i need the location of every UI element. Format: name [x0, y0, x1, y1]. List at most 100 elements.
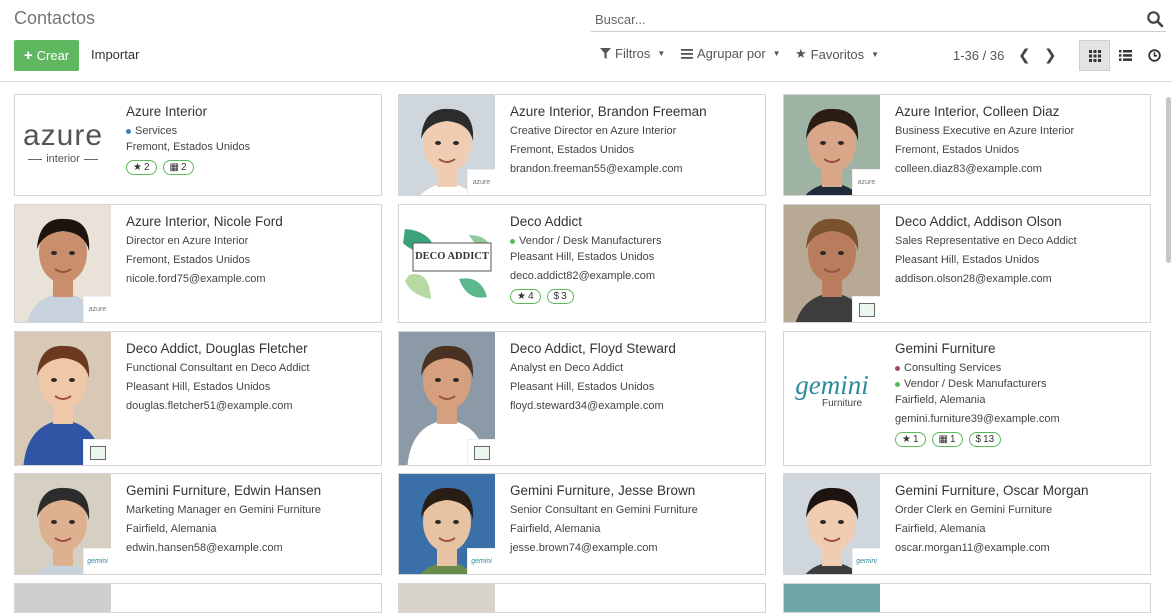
calendar-icon: ▦ [938, 434, 948, 445]
company-mini-logo: gemini [852, 548, 880, 574]
contact-detail: jesse.brown74@example.com [510, 542, 658, 554]
tag-label: Vendor / Desk Manufacturers [519, 235, 662, 247]
favorites-label: Favoritos [810, 46, 865, 62]
company-mini-logo [83, 439, 111, 465]
contact-detail: Fremont, Estados Unidos [126, 141, 251, 153]
contact-info: Gemini Furniture, Oscar Morgan Order Cler… [895, 483, 1144, 561]
contact-detail: Director en Azure Interior [126, 235, 249, 247]
contact-image: azure interior [15, 95, 111, 195]
category-tag: Consulting Services [895, 362, 1144, 374]
contact-card[interactable]: gemini Gemini Furniture, Edwin Hansen Mar… [14, 473, 382, 575]
star-icon: ★ [133, 162, 142, 173]
search-bar [591, 6, 1166, 32]
contact-info: Azure Interior Services Fremont, Estados … [126, 104, 375, 175]
caret-down-icon: ▼ [657, 49, 666, 58]
contact-name: Azure Interior, Brandon Freeman [510, 104, 707, 119]
contact-card-partial[interactable] [783, 583, 1151, 613]
plus-icon: + [23, 47, 33, 64]
contact-detail: douglas.fletcher51@example.com [126, 400, 293, 412]
pager-value[interactable]: 1-36 / 36 [953, 48, 1004, 63]
kanban-view: azure interior Azure Interior Services Fr… [0, 83, 1166, 613]
category-tag: Vendor / Desk Manufacturers [510, 235, 759, 247]
badge-group: ★ 1 ▦ 1 $ 13 [895, 432, 1144, 447]
contact-detail: Pleasant Hill, Estados Unidos [510, 381, 655, 393]
contact-name: Azure Interior, Colleen Diaz [895, 104, 1060, 119]
contact-info: Deco Addict, Addison Olson Sales Represen… [895, 214, 1144, 292]
list-view-icon [1119, 50, 1132, 61]
contact-card-partial[interactable] [398, 583, 766, 613]
create-button[interactable]: + Crear [14, 40, 79, 71]
deco-addict-logo [399, 205, 495, 322]
dollar-icon: $ [553, 291, 560, 302]
company-mini-logo: gemini [83, 548, 111, 574]
star-icon: ★ [795, 46, 807, 61]
contact-name: Azure Interior [126, 104, 208, 119]
contact-card[interactable]: gemini Gemini Furniture, Oscar Morgan Ord… [783, 473, 1151, 575]
contact-image: gemini Furniture [784, 332, 880, 465]
contact-image [784, 584, 880, 612]
contact-detail: Pleasant Hill, Estados Unidos [510, 251, 655, 263]
category-tag: Vendor / Desk Manufacturers [895, 378, 1144, 390]
contact-detail: Senior Consultant en Gemini Furniture [510, 504, 698, 516]
scrollbar[interactable] [1166, 97, 1171, 263]
contact-name: Deco Addict [510, 214, 583, 229]
chevron-left-icon[interactable]: ❮ [1018, 46, 1031, 64]
contact-image [399, 332, 495, 465]
stat-badge[interactable]: ★ 1 [895, 432, 926, 447]
stat-badge[interactable]: $ 13 [968, 432, 1002, 447]
contact-image: azure [784, 95, 880, 195]
contact-name: Deco Addict, Addison Olson [895, 214, 1062, 229]
contact-image [399, 584, 495, 612]
search-icon[interactable] [1146, 10, 1164, 28]
stat-badge[interactable]: ▦ 1 [931, 432, 963, 447]
tag-label: Vendor / Desk Manufacturers [904, 378, 1047, 390]
contact-detail: colleen.diaz83@example.com [895, 163, 1042, 175]
kanban-view-button[interactable] [1079, 40, 1110, 71]
contact-info: Deco Addict Vendor / Desk Manufacturers P… [510, 214, 759, 304]
contact-detail: edwin.hansen58@example.com [126, 542, 283, 554]
contact-card[interactable]: gemini Furniture Gemini Furniture Consul… [783, 331, 1151, 466]
contact-card[interactable]: DECO ADDICT Deco Addict Vendor / Desk Ma… [398, 204, 766, 323]
contact-detail: Fairfield, Alemania [895, 523, 986, 535]
badge-count: 2 [143, 162, 150, 173]
contact-info: Gemini Furniture, Edwin Hansen Marketing … [126, 483, 375, 561]
contact-card-partial[interactable] [14, 583, 382, 613]
badge-count: 13 [983, 434, 995, 445]
list-icon [681, 48, 693, 59]
tag-color-dot [126, 128, 131, 134]
list-view-button[interactable] [1110, 40, 1141, 71]
contact-detail: Pleasant Hill, Estados Unidos [895, 254, 1040, 266]
search-input[interactable] [595, 9, 1135, 29]
group-by-dropdown[interactable]: Agrupar por ▼ [681, 46, 781, 61]
stat-badge[interactable]: ★ 4 [510, 289, 541, 304]
gemini-logo-text: gemini [795, 370, 869, 400]
star-icon: ★ [517, 291, 526, 302]
contact-image: gemini [15, 474, 111, 574]
activity-view-button[interactable] [1139, 40, 1170, 71]
contact-card[interactable]: azure Azure Interior, Brandon Freeman Cre… [398, 94, 766, 196]
stat-badge[interactable]: ▦ 2 [162, 160, 194, 175]
contact-card[interactable]: Deco Addict, Addison Olson Sales Represen… [783, 204, 1151, 323]
chevron-right-icon[interactable]: ❯ [1044, 46, 1057, 64]
favorites-dropdown[interactable]: ★ Favoritos ▼ [795, 46, 879, 62]
calendar-icon: ▦ [169, 162, 179, 173]
tag-color-dot [895, 365, 900, 371]
contact-card[interactable]: azure interior Azure Interior Services Fr… [14, 94, 382, 196]
contact-card[interactable]: gemini Gemini Furniture, Jesse Brown Seni… [398, 473, 766, 575]
contact-card[interactable]: Deco Addict, Douglas Fletcher Functional … [14, 331, 382, 466]
stat-badge[interactable]: $ 3 [546, 289, 574, 304]
contact-detail: Fairfield, Alemania [126, 523, 217, 535]
tag-label: Services [135, 125, 178, 137]
contact-image [15, 332, 111, 465]
contact-card[interactable]: azure Azure Interior, Colleen Diaz Busine… [783, 94, 1151, 196]
contact-info: Azure Interior, Nicole Ford Director en A… [126, 214, 375, 292]
filters-dropdown[interactable]: Filtros ▼ [600, 46, 665, 61]
contact-card[interactable]: azure Azure Interior, Nicole Ford Directo… [14, 204, 382, 323]
import-button[interactable]: Importar [91, 47, 139, 62]
contact-name: Deco Addict, Floyd Steward [510, 341, 676, 356]
azure-logo-text: azure [23, 119, 104, 152]
contact-card[interactable]: Deco Addict, Floyd Steward Analyst en Dec… [398, 331, 766, 466]
stat-badge[interactable]: ★ 2 [126, 160, 157, 175]
company-mini-logo: azure [467, 169, 495, 195]
contact-detail: Fremont, Estados Unidos [510, 144, 635, 156]
